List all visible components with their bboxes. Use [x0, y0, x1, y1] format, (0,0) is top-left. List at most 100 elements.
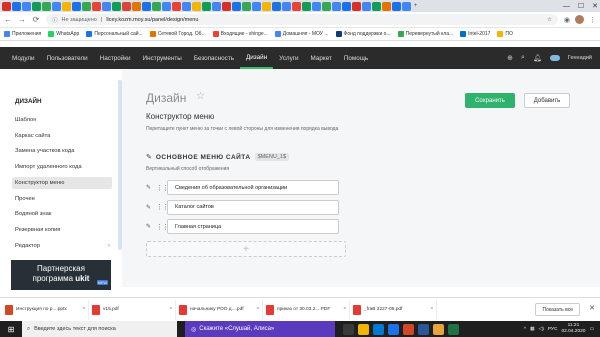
taskbar-search-input[interactable]: ⌕ Введите здесь текст для поиска — [22, 321, 177, 337]
bookmark-item[interactable]: Домашняя - МОУ ... — [274, 31, 329, 37]
download-item[interactable]: Инструкция по р....pptx ^ — [2, 299, 89, 320]
site-nav-item[interactable]: Дизайн — [240, 47, 274, 69]
network-icon[interactable]: ▦ — [530, 327, 535, 332]
sidebar-item[interactable]: Шаблон — [12, 114, 112, 126]
site-nav-item[interactable]: Пользователи — [41, 47, 94, 69]
site-nav-item[interactable]: Безопасность — [188, 47, 240, 69]
language-indicator[interactable]: РУС — [548, 327, 558, 332]
bookmark-item[interactable]: Персональный сай... — [86, 31, 143, 37]
cloud-icon[interactable] — [549, 55, 560, 61]
browser-tab-favicon[interactable] — [12, 1, 21, 11]
browser-tab-favicon[interactable] — [2, 1, 11, 11]
profile-avatar[interactable] — [575, 15, 584, 24]
bookmark-item[interactable]: Фонд поддержки о... — [335, 31, 391, 37]
notifications-icon[interactable]: ▭ — [589, 327, 594, 332]
maximize-button[interactable]: ☐ — [578, 2, 584, 10]
browser-tab-favicon[interactable] — [132, 1, 141, 11]
site-nav-item[interactable]: Маркет — [305, 47, 338, 69]
save-button[interactable]: Сохранить — [465, 93, 515, 108]
browser-tab-favicon[interactable] — [282, 1, 291, 11]
browser-tab-favicon[interactable] — [372, 1, 381, 11]
download-item[interactable]: _fraB 3227-05.pdf ^ — [350, 299, 437, 320]
sidebar-item[interactable]: Водяной знак — [12, 208, 112, 220]
sidebar-item[interactable]: Каркас сайта — [12, 130, 112, 142]
alice-assistant[interactable]: ◎ Скажите «Слушай, Алиса» — [185, 321, 335, 337]
favorite-star-icon[interactable]: ☆ — [196, 91, 205, 102]
extension-icon[interactable]: ◉ — [564, 16, 570, 24]
browser-tab-favicon[interactable] — [112, 1, 121, 11]
browser-tab-favicon[interactable] — [72, 1, 81, 11]
browser-tab-favicon[interactable] — [52, 1, 61, 11]
url-input[interactable]: ⓘ Не защищено | licey.kozm.moy.su/panel/… — [46, 14, 558, 25]
browser-tab-favicon[interactable] — [272, 1, 281, 11]
browser-tab-favicon[interactable] — [122, 1, 131, 11]
tray-expand-icon[interactable]: ^ — [524, 327, 526, 332]
browser-tab-favicon[interactable] — [392, 1, 401, 11]
bell-icon[interactable]: 🔔︎ — [533, 54, 542, 62]
browser-tab-favicon[interactable] — [352, 1, 361, 11]
browser-tab-favicon[interactable] — [172, 1, 181, 11]
browser-tab-favicon[interactable] — [212, 1, 221, 11]
sidebar-item[interactable]: Резервная копия — [12, 224, 112, 236]
back-icon[interactable]: ← — [4, 15, 12, 24]
close-window-button[interactable]: ✕ — [592, 2, 598, 10]
taskbar-app-icon[interactable] — [388, 323, 399, 335]
browser-tab-favicon[interactable] — [292, 1, 301, 11]
browser-tab-favicon[interactable] — [62, 1, 71, 11]
drag-handle-icon[interactable]: ⋮⋮ — [156, 223, 169, 231]
browser-tab-favicon[interactable] — [342, 1, 351, 11]
bookmark-item[interactable]: WhatsApp — [48, 31, 79, 37]
site-nav-item[interactable]: Инструменты — [137, 47, 188, 69]
browser-tab-favicon[interactable] — [102, 1, 111, 11]
edit-item-pencil-icon[interactable]: ✎ — [146, 204, 156, 211]
site-nav-item[interactable]: Услуги — [273, 47, 304, 69]
browser-tab-favicon[interactable] — [252, 1, 261, 11]
browser-menu-icon[interactable]: ⋮ — [589, 16, 596, 24]
browser-tab-favicon[interactable] — [162, 1, 171, 11]
user-name[interactable]: Геннадий — [568, 55, 592, 61]
add-menu-item-button[interactable]: + — [146, 241, 346, 257]
clock[interactable]: 11:21 02.04.2020 — [561, 323, 585, 335]
browser-tab-favicon[interactable] — [182, 1, 191, 11]
browser-tab-favicon[interactable] — [32, 1, 41, 11]
browser-tab-favicon[interactable] — [142, 1, 151, 11]
reload-icon[interactable]: ⟳ — [32, 15, 40, 24]
download-item[interactable]: начальнику РОО д....pdf ^ — [176, 299, 263, 320]
bookmark-item[interactable]: Входящие - shinge... — [212, 31, 268, 37]
new-tab-button[interactable]: + — [412, 3, 419, 9]
browser-tab-favicon[interactable] — [222, 1, 231, 11]
edit-item-pencil-icon[interactable]: ✎ — [146, 223, 156, 230]
browser-tab-favicon[interactable] — [312, 1, 321, 11]
taskbar-app-icon[interactable] — [373, 323, 384, 335]
taskbar-app-icon[interactable] — [343, 323, 354, 335]
info-icon[interactable]: ⓘ — [52, 16, 58, 24]
download-item[interactable]: приказ от 30.03.2....PDF ^ — [263, 299, 350, 320]
sidebar-item[interactable]: Конструктор меню — [12, 176, 112, 189]
add-button[interactable]: Добавить — [524, 93, 570, 108]
menu-item-label[interactable]: Каталог сайтов — [167, 199, 339, 215]
taskbar-app-icon[interactable] — [418, 323, 429, 335]
bookmark-item[interactable]: Intel-2017 — [460, 31, 490, 37]
browser-tab-favicon[interactable] — [232, 1, 241, 11]
forward-icon[interactable]: → — [18, 15, 26, 24]
windows-start-icon[interactable]: ⊞ — [0, 321, 22, 337]
menu-item-label[interactable]: Главная страница — [167, 219, 339, 234]
taskbar-app-icon[interactable] — [358, 323, 369, 335]
browser-tab-favicon[interactable] — [42, 1, 51, 11]
bookmark-star-icon[interactable]: ☆ — [547, 17, 552, 23]
show-all-downloads-button[interactable]: Показать все — [535, 303, 580, 316]
browser-tab-favicon[interactable] — [192, 1, 201, 11]
download-options-icon[interactable]: ^ — [170, 307, 172, 313]
browser-tab-favicon[interactable] — [202, 1, 211, 11]
browser-tab-favicon[interactable] — [332, 1, 341, 11]
taskbar-app-icon[interactable] — [448, 323, 459, 335]
download-item[interactable]: v15.pdf ^ — [89, 299, 176, 320]
download-options-icon[interactable]: ^ — [83, 307, 85, 313]
browser-tab-favicon[interactable] — [322, 1, 331, 11]
browser-tab-favicon[interactable] — [82, 1, 91, 11]
partner-banner[interactable]: Партнерская программа ukit NEW — [11, 260, 111, 290]
site-nav-item[interactable]: Модули — [6, 47, 41, 69]
browser-tab-favicon[interactable] — [362, 1, 371, 11]
download-options-icon[interactable]: ^ — [344, 307, 346, 313]
sidebar-item[interactable]: Замена участков кода — [12, 145, 112, 157]
